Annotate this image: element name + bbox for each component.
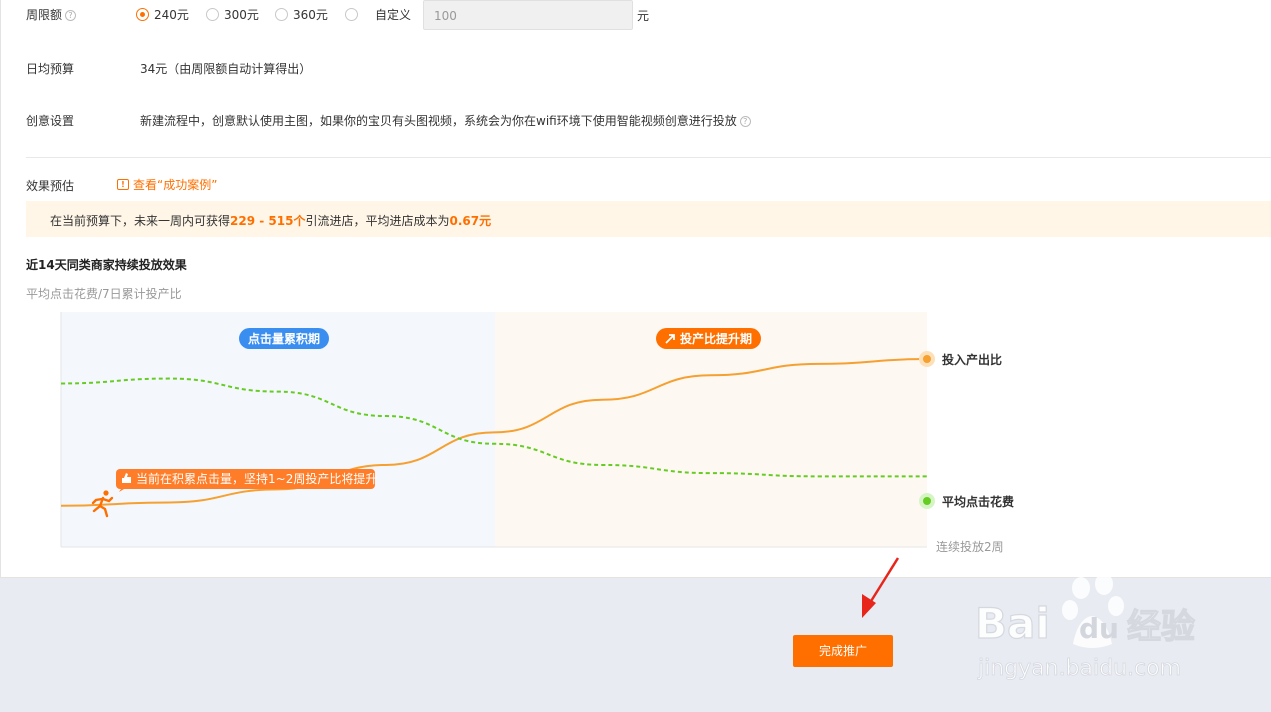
phase2-label: 投产比提升期 — [680, 331, 752, 346]
baidu-watermark: Bai du 经验 jingyan.baidu.com — [974, 573, 1196, 681]
svg-text:du: du — [1079, 612, 1119, 645]
tip-text: 当前在积累点击量，坚持1~2周投产比将提升 — [136, 471, 377, 486]
watermark-url: jingyan.baidu.com — [977, 656, 1181, 681]
roi-legend-label: 投入产出比 — [942, 352, 1002, 367]
finish-promotion-button[interactable]: 完成推广 — [793, 635, 893, 667]
cpc-legend-label: 平均点击花费 — [942, 494, 1014, 509]
settings-card: 周限额? 240元 300元 360元 自定义 100 元 日均预算 34元（由… — [0, 0, 1271, 578]
x-end-label: 连续投放2周 — [936, 539, 1004, 554]
svg-text:经验: 经验 — [1127, 607, 1195, 647]
cpc-end-point — [923, 497, 931, 505]
watermark-brand: Bai — [975, 599, 1050, 648]
effect-chart: 点击量累积期 投产比提升期 投入产出比 平均点击花费 连续投放2周 当前在积累点… — [60, 312, 1014, 554]
phase1-label: 点击量累积期 — [248, 331, 320, 346]
roi-end-point — [923, 355, 931, 363]
